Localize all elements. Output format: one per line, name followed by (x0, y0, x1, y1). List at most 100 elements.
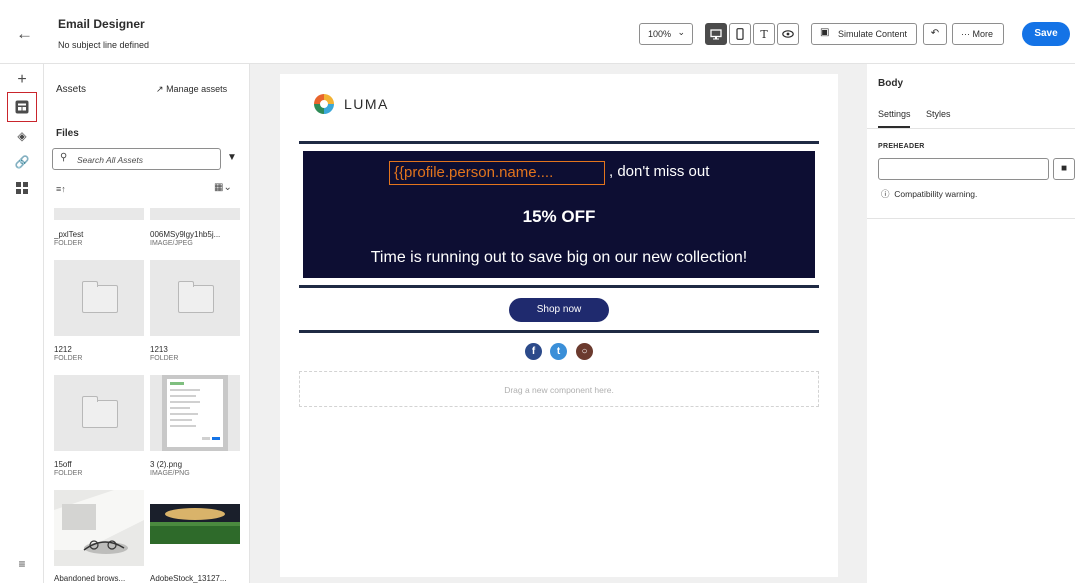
properties-panel: Body Settings Styles PREHEADER ■ ⓘ Compa… (867, 64, 1075, 583)
subject-line-status: No subject line defined (58, 40, 150, 50)
asset-tile[interactable] (150, 260, 240, 336)
instagram-icon[interactable]: ○ (576, 343, 593, 360)
top-bar: ← Email Designer No subject line defined… (0, 0, 1075, 64)
tab-styles[interactable]: Styles (926, 109, 951, 119)
personalization-token[interactable]: {{profile.person.name.... (389, 161, 605, 185)
simulate-icon: ▣ (820, 27, 830, 38)
personalization-button[interactable]: ■ (1053, 158, 1075, 180)
more-button[interactable]: ··· More (952, 23, 1004, 45)
save-button[interactable]: Save (1022, 22, 1070, 46)
hero-headline[interactable]: , don't miss out (609, 163, 709, 180)
asset-type: FOLDER (54, 240, 83, 247)
page-title: Email Designer (58, 17, 145, 31)
layers-panel-icon[interactable]: ≡ (12, 554, 32, 574)
divider (867, 128, 1075, 129)
layers-icon[interactable]: ◈ (12, 126, 32, 146)
grid-view-icon[interactable]: ▦⌄ (214, 182, 232, 193)
preview-button[interactable] (777, 23, 799, 45)
asset-name: 1213 (150, 345, 168, 354)
asset-thumb[interactable] (54, 208, 144, 220)
undo-button[interactable]: ↶ (923, 23, 947, 45)
email-designer-app: ← Email Designer No subject line defined… (0, 0, 1075, 583)
asset-type: IMAGE/PNG (150, 470, 190, 477)
asset-tile[interactable] (54, 490, 144, 566)
more-label: More (972, 29, 994, 39)
asset-type: IMAGE/JPEG (150, 240, 193, 247)
divider[interactable] (299, 330, 819, 333)
search-icon: ⚲ (60, 152, 68, 163)
back-arrow-icon[interactable]: ← (16, 24, 33, 44)
asset-name: 1212 (54, 345, 72, 354)
compatibility-warning: ⓘ Compatibility warning. (881, 188, 977, 200)
warning-text: Compatibility warning. (894, 189, 978, 199)
undo-icon: ↶ (930, 28, 940, 39)
asset-name: AdobeStock_13127... (150, 574, 227, 583)
divider (867, 218, 1075, 219)
assets-icon[interactable] (12, 97, 32, 117)
text-view-button[interactable]: T (753, 23, 775, 45)
asset-name: 15off (54, 460, 72, 469)
email-body[interactable]: LUMA {{profile.person.name.... , don't m… (280, 74, 838, 577)
tab-settings[interactable]: Settings (878, 109, 911, 119)
logo-text: LUMA (344, 96, 389, 112)
view-mode-group: T (705, 23, 799, 45)
search-placeholder: Search All Assets (77, 155, 143, 165)
asset-name: 3 (2).png (150, 460, 183, 469)
screenshot-thumbnail (162, 375, 228, 451)
add-icon[interactable]: + (12, 70, 32, 90)
hero-tagline[interactable]: Time is running out to save big on our n… (303, 249, 815, 267)
simulate-content-button[interactable]: ▣ Simulate Content (811, 23, 917, 45)
hero-banner[interactable]: {{profile.person.name.... , don't miss o… (303, 151, 815, 278)
asset-type: FOLDER (54, 470, 83, 477)
sort-icon[interactable]: ≡↑ (56, 184, 66, 194)
text-icon: T (760, 27, 768, 41)
assets-title: Assets (56, 84, 87, 95)
left-rail: + ◈ 🔗 ≡ (0, 64, 44, 583)
asset-name: Abandoned brows... (54, 574, 126, 583)
mobile-icon (736, 28, 744, 40)
asset-tile[interactable] (150, 490, 240, 566)
info-icon: ⓘ (881, 189, 890, 199)
folder-icon (178, 281, 214, 313)
personalization-icon: ■ (1060, 163, 1068, 174)
desktop-view-button[interactable] (705, 23, 727, 45)
asset-tile[interactable] (150, 375, 240, 451)
link-icon[interactable]: 🔗 (12, 152, 32, 172)
desk-photo-thumbnail (54, 490, 144, 566)
manage-assets-button[interactable]: ↗ Manage assets (156, 84, 227, 95)
asset-type: FOLDER (150, 355, 179, 362)
simulate-label: Simulate Content (838, 29, 908, 39)
asset-tile[interactable] (54, 375, 144, 451)
asset-name: _pxlTest (54, 230, 84, 239)
shop-now-button[interactable]: Shop now (509, 298, 609, 322)
divider[interactable] (299, 141, 819, 144)
asset-tile[interactable] (54, 260, 144, 336)
assets-panel: Assets ↗ Manage assets Files ⚲ Search Al… (44, 64, 250, 583)
eye-icon (782, 30, 794, 38)
fragments-icon[interactable] (12, 178, 32, 198)
mobile-view-button[interactable] (729, 23, 751, 45)
panel-title: Body (878, 78, 903, 89)
dropzone[interactable]: Drag a new component here. (299, 371, 819, 407)
stadium-photo-thumbnail (150, 490, 240, 566)
external-link-icon: ↗ (156, 84, 164, 94)
asset-type: FOLDER (54, 355, 83, 362)
search-input[interactable]: ⚲ Search All Assets (52, 148, 221, 170)
filter-icon[interactable]: ▼ (227, 152, 237, 163)
preheader-label: PREHEADER (878, 143, 925, 150)
hero-offer[interactable]: 15% OFF (303, 207, 815, 227)
manage-assets-label: Manage assets (166, 84, 228, 94)
preheader-input[interactable] (878, 158, 1049, 180)
asset-name: 006MSy9lgy1hb5j... (150, 230, 221, 239)
zoom-select[interactable]: 100% ⌄ (639, 23, 693, 45)
divider[interactable] (299, 285, 819, 288)
facebook-icon[interactable]: f (525, 343, 542, 360)
folder-icon (82, 281, 118, 313)
files-title: Files (56, 128, 79, 139)
chevron-down-icon: ⌄ (677, 27, 685, 37)
twitter-icon[interactable]: t (550, 343, 567, 360)
asset-thumb[interactable] (150, 208, 240, 220)
desktop-icon (710, 28, 722, 39)
folder-icon (82, 396, 118, 428)
ellipsis-icon: ··· (961, 29, 970, 39)
